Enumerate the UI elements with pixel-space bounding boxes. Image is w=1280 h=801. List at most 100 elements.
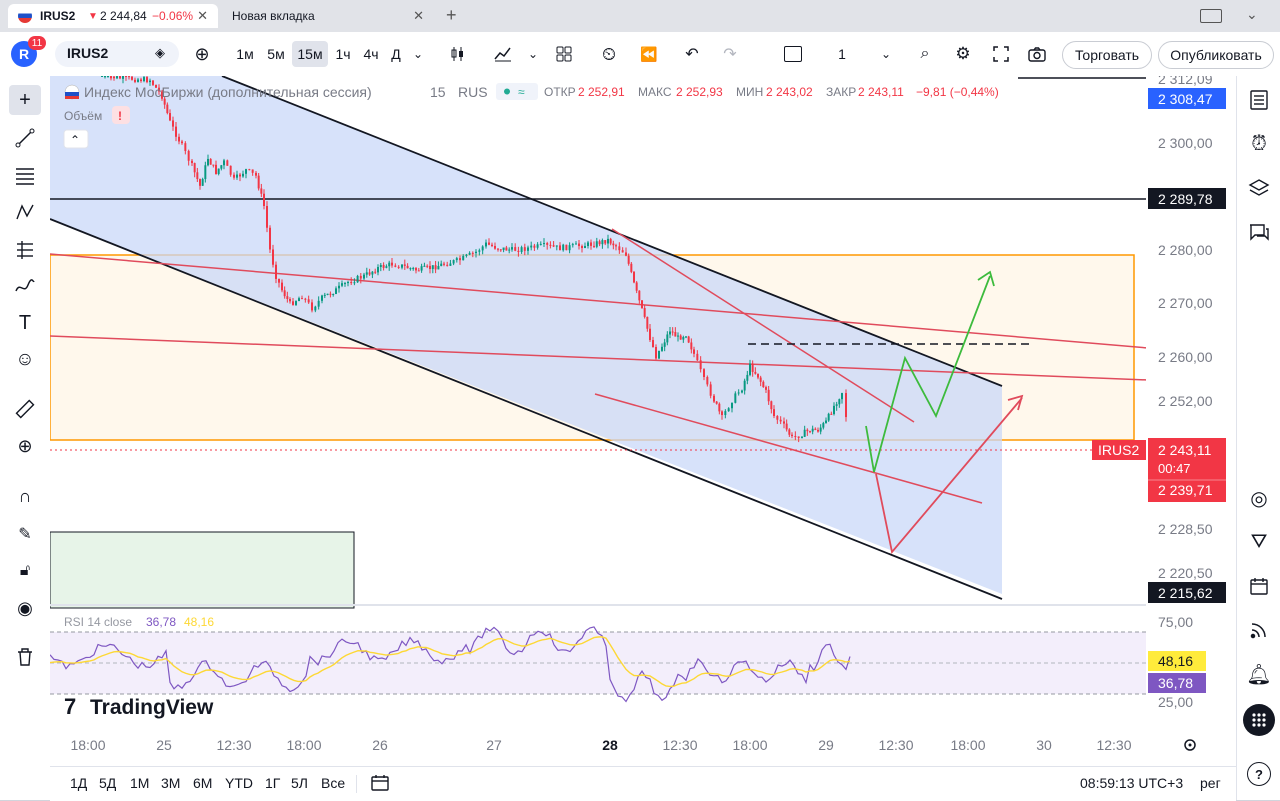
lock-pencil-icon[interactable]: ✎ [9,519,41,549]
ruler-icon[interactable] [9,394,41,424]
fullscreen-icon[interactable] [988,41,1014,67]
legend-close: 2 243,11 [858,85,904,99]
alert-clock-icon[interactable]: ⏲ [596,41,622,67]
range-1y[interactable]: 1Г [265,775,280,791]
chart-canvas[interactable]: Индекс МосБиржи (дополнительная сессия) … [49,71,1236,766]
range-1m[interactable]: 1М [130,775,149,791]
more-grid-icon[interactable] [1243,704,1275,736]
compare-add-icon[interactable]: ⊕ [190,41,214,67]
range-3m[interactable]: 3М [161,775,180,791]
session-mode[interactable]: рег [1200,775,1221,791]
candle-body [412,268,415,270]
range-1d[interactable]: 1Д [70,775,87,791]
quick-search-icon[interactable]: ⌕ [912,41,938,67]
lock-icon[interactable]: 🔓︎ [9,556,41,586]
candle-body [307,299,310,303]
time-axis[interactable]: 18:00 25 12:30 18:00 26 27 28 12:30 18:00 29 12:30… [50,732,1236,766]
candle-body [549,244,552,246]
target-icon[interactable]: ◎ [1243,482,1275,514]
candle-body [329,293,332,295]
candle-type-icon[interactable] [446,41,470,67]
magnet-icon[interactable]: ∩ [9,481,41,511]
candle-body [437,266,440,270]
time-tick: 18:00 [286,737,321,753]
publish-button[interactable]: Опубликовать [1158,41,1274,69]
layout-count[interactable]: 1 [832,41,852,67]
browser-tab-active[interactable]: IRUS2 ▼ 2 244,84 −0.06% ✕ [8,4,218,28]
window-layout-icon[interactable] [1200,9,1222,23]
candle-body [783,421,785,424]
range-ytd[interactable]: YTD [225,775,253,791]
pyramid-icon[interactable]: ⛛ [1243,526,1275,558]
zoom-in-icon[interactable]: ⊕ [9,431,41,461]
redo-icon[interactable]: ↷ [718,41,742,67]
camera-icon[interactable] [1024,41,1050,67]
candle-body [502,247,505,250]
interval-5m[interactable]: 5м [261,41,291,67]
range-6m[interactable]: 6М [193,775,212,791]
candle-body [721,411,723,416]
templates-grid-icon[interactable] [552,41,576,67]
interval-1h[interactable]: 1ч [330,41,356,67]
help-icon[interactable]: ? [1243,758,1275,790]
candle-body [471,252,474,254]
symbol-search-input[interactable]: IRUS2 ◈ [55,41,179,67]
pattern-icon[interactable] [9,197,41,227]
browser-tab-new[interactable]: Новая вкладка ✕ [222,4,434,28]
chart-area[interactable]: Индекс МосБиржи (дополнительная сессия) … [49,71,1236,766]
candle-body [845,393,847,418]
candle-body [462,255,465,261]
trash-icon[interactable] [9,642,41,672]
replay-icon[interactable]: ⏪ [636,41,662,67]
brush-icon[interactable] [9,271,41,301]
rsi-pane[interactable]: RSI 14 close 36,78 48,16 [49,615,1146,703]
stream-icon[interactable] [1243,614,1275,646]
chevron-down-icon[interactable]: ⌄ [876,41,896,67]
chevron-down-icon[interactable]: ⌄ [524,41,542,67]
layers-icon[interactable] [1243,172,1275,204]
close-tab-icon[interactable]: ✕ [197,8,208,24]
chat-icon[interactable] [1243,216,1275,248]
tab-overflow-icon[interactable]: ⌄ [1246,6,1258,23]
forecast-icon[interactable] [9,234,41,264]
text-tool-icon[interactable]: T [9,308,41,338]
calendar-icon[interactable] [1243,570,1275,602]
fib-lines-icon[interactable] [9,160,41,190]
interval-1m[interactable]: 1м [230,41,260,67]
range-5d[interactable]: 5Д [99,775,116,791]
chevron-down-icon[interactable]: ⌄ [408,41,428,67]
goto-date-icon[interactable] [370,774,390,797]
undo-icon[interactable]: ↶ [680,41,704,67]
utc-clock[interactable]: 08:59:13 UTC+3 [1080,775,1183,791]
alarm-clock-icon[interactable]: ⏰︎ [1243,128,1275,160]
diamond-icon[interactable]: ◈ [155,45,165,61]
interval-4h[interactable]: 4ч [358,41,384,67]
time-tick: 12:30 [662,737,697,753]
interval-15m[interactable]: 15м [292,41,328,67]
candle-body [377,267,379,273]
candle-body [646,316,649,329]
candle-body [401,264,403,268]
settings-gear-icon[interactable]: ⚙ [950,41,976,67]
new-tab-plus-icon[interactable]: + [446,5,457,26]
trade-button[interactable]: Торговать [1062,41,1152,69]
trend-line-icon[interactable] [9,123,41,153]
interval-day[interactable]: Д [386,41,406,67]
green-box[interactable] [49,531,355,609]
crosshair-icon[interactable]: + [9,85,41,115]
close-tab-icon[interactable]: ✕ [413,8,424,24]
price-tick: 2 220,50 [1158,565,1213,581]
range-all[interactable]: Все [321,775,345,791]
bell-icon[interactable]: 🔔︎ [1243,658,1275,690]
candle-body [452,260,455,264]
indicators-icon[interactable] [490,41,516,67]
eye-icon[interactable]: ◉ [9,593,41,623]
watchlist-icon[interactable] [1243,84,1275,116]
layout-square-icon[interactable] [780,41,806,67]
candle-body [488,242,490,245]
tab-change: −0.06% [152,9,194,23]
emoji-icon[interactable]: ☺ [9,345,41,375]
candle-body [819,427,822,432]
svg-text:⌃: ⌃ [70,133,80,147]
range-5y[interactable]: 5Л [291,775,308,791]
